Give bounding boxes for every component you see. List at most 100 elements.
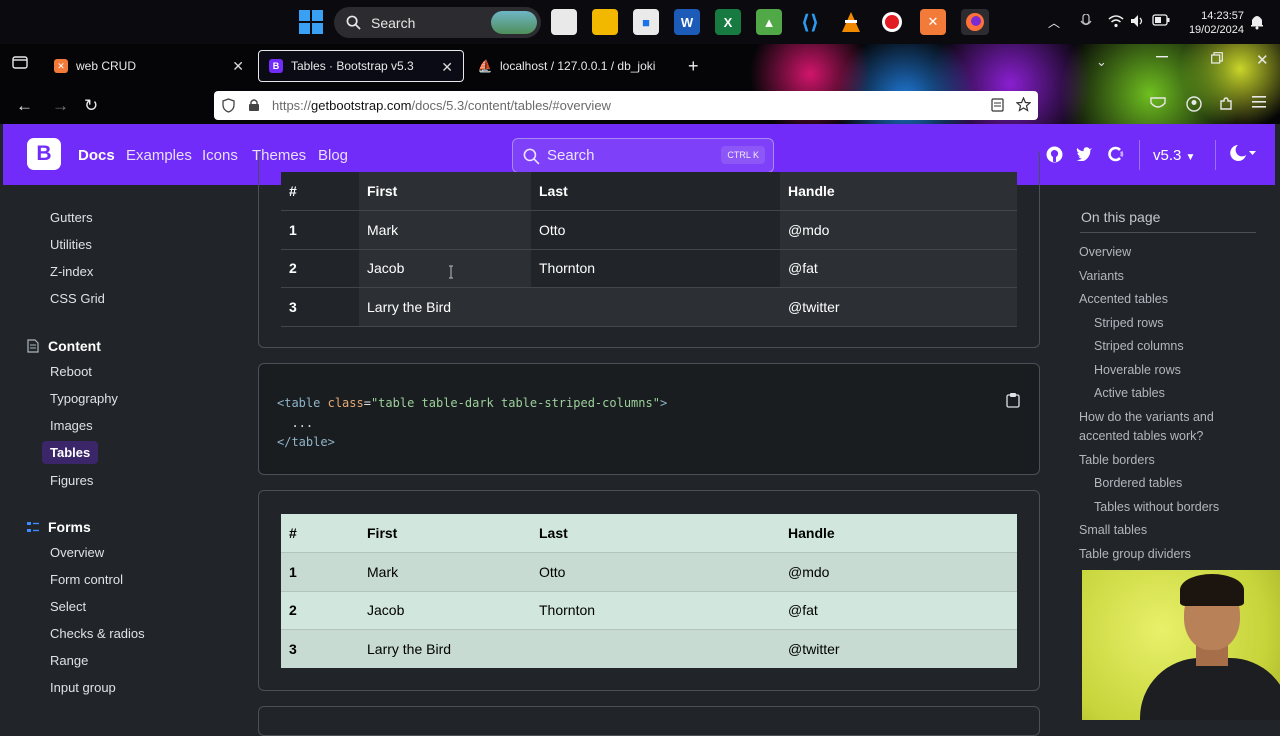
windows-taskbar: Search ■ W X ▲ ⟨⟩ ✕ ︿ 14:23:57 19/02/202… bbox=[0, 0, 1280, 44]
close-window-icon[interactable]: ✕ bbox=[1256, 51, 1269, 69]
code-attr: class bbox=[327, 396, 364, 410]
sidebar-item-select[interactable]: Select bbox=[50, 599, 86, 614]
new-tab-icon[interactable]: + bbox=[688, 56, 699, 77]
sidebar-item-figures[interactable]: Figures bbox=[50, 473, 93, 488]
xampp-icon[interactable]: ✕ bbox=[920, 9, 946, 35]
sidebar-item-gutters[interactable]: Gutters bbox=[50, 210, 93, 225]
list-all-tabs-icon[interactable]: ⌄ bbox=[1096, 54, 1107, 70]
table-cell: @twitter bbox=[780, 287, 1017, 327]
table-row: 3 Larry the Bird @twitter bbox=[281, 287, 1017, 327]
toc-link[interactable]: Bordered tables bbox=[1094, 474, 1259, 494]
sidebar-item-tables[interactable]: Tables bbox=[42, 441, 99, 464]
task-view-icon[interactable] bbox=[551, 9, 577, 35]
reader-view-icon[interactable] bbox=[991, 98, 1004, 112]
table-cell: Jacob bbox=[367, 602, 405, 619]
bootstrap-logo[interactable]: B bbox=[27, 138, 61, 170]
tab-overview-icon[interactable] bbox=[12, 55, 28, 69]
open-collective-icon[interactable] bbox=[1108, 146, 1124, 162]
theme-toggle-moon-icon[interactable] bbox=[1229, 144, 1257, 162]
shield-icon[interactable] bbox=[222, 98, 235, 113]
wifi-icon[interactable] bbox=[1108, 14, 1124, 30]
back-arrow-icon[interactable]: ← bbox=[16, 96, 33, 116]
file-explorer-icon[interactable] bbox=[592, 9, 618, 35]
toc-link[interactable]: Variants bbox=[1079, 267, 1244, 287]
hamburger-menu-icon[interactable] bbox=[1252, 96, 1266, 108]
microphone-icon[interactable] bbox=[1080, 14, 1096, 30]
nav-link-docs[interactable]: Docs bbox=[78, 147, 115, 164]
sidebar-section-forms: Forms bbox=[26, 519, 91, 535]
minimize-icon[interactable] bbox=[1156, 56, 1168, 58]
sidebar-item-css-grid[interactable]: CSS Grid bbox=[50, 291, 105, 306]
sidebar-item-range[interactable]: Range bbox=[50, 653, 88, 668]
pocket-icon[interactable] bbox=[1150, 96, 1166, 111]
toc-link[interactable]: Tables without borders bbox=[1094, 498, 1259, 518]
notification-bell-icon[interactable] bbox=[1250, 14, 1266, 30]
twitter-icon[interactable] bbox=[1076, 146, 1093, 161]
toc-link[interactable]: Table borders bbox=[1079, 451, 1244, 471]
windows-start-icon[interactable] bbox=[299, 10, 323, 34]
tab-web-crud[interactable]: ✕ web CRUD ✕ bbox=[44, 50, 254, 82]
github-icon[interactable] bbox=[1046, 146, 1063, 163]
url-text[interactable]: https://getbootstrap.com/docs/5.3/conten… bbox=[272, 98, 611, 113]
table-row: 3 Larry the Bird @twitter bbox=[281, 629, 1017, 668]
account-icon[interactable] bbox=[1186, 96, 1202, 112]
firefox-icon[interactable] bbox=[961, 9, 989, 35]
version-dropdown[interactable]: v5.3 ▼ bbox=[1153, 147, 1195, 164]
toc-link[interactable]: Accented tables bbox=[1079, 290, 1244, 310]
address-bar[interactable]: https://getbootstrap.com/docs/5.3/conten… bbox=[214, 91, 1038, 120]
reload-icon[interactable]: ↻ bbox=[84, 96, 98, 116]
sidebar-item-images[interactable]: Images bbox=[50, 418, 93, 433]
sidebar-item-reboot[interactable]: Reboot bbox=[50, 364, 92, 379]
android-studio-icon[interactable]: ▲ bbox=[756, 9, 782, 35]
bookmark-star-icon[interactable] bbox=[1016, 97, 1031, 112]
vlc-icon[interactable] bbox=[838, 9, 864, 35]
table-cell: @mdo bbox=[788, 563, 830, 580]
toc-link[interactable]: Small tables bbox=[1079, 521, 1244, 541]
toc-link[interactable]: Active tables bbox=[1094, 384, 1259, 404]
table-header-cell: Last bbox=[539, 525, 568, 541]
code-snippet[interactable]: <table class="table table-dark table-str… bbox=[277, 394, 667, 453]
volume-icon[interactable] bbox=[1130, 14, 1146, 30]
toc-link[interactable]: Table group dividers bbox=[1079, 545, 1244, 565]
sidebar-item-checks-radios[interactable]: Checks & radios bbox=[50, 626, 145, 641]
show-hidden-icons-icon[interactable]: ︿ bbox=[1048, 14, 1064, 30]
nav-link-examples[interactable]: Examples bbox=[126, 147, 192, 164]
restore-icon[interactable] bbox=[1211, 52, 1223, 64]
tab-phpmyadmin[interactable]: ⛵ localhost / 127.0.0.1 / db_joki bbox=[468, 50, 680, 82]
table-cell: Larry the Bird bbox=[359, 287, 780, 327]
excel-icon[interactable]: X bbox=[715, 9, 741, 35]
battery-icon[interactable] bbox=[1152, 14, 1170, 30]
word-icon[interactable]: W bbox=[674, 9, 700, 35]
copy-clipboard-icon[interactable] bbox=[1006, 392, 1020, 408]
vscode-icon[interactable]: ⟨⟩ bbox=[797, 9, 823, 35]
sidebar-item-z-index[interactable]: Z-index bbox=[50, 264, 93, 279]
toc-link[interactable]: Striped columns bbox=[1094, 337, 1259, 357]
lock-icon[interactable] bbox=[248, 98, 260, 112]
tab-bootstrap-tables[interactable]: B Tables · Bootstrap v5.3 ✕ bbox=[258, 50, 464, 82]
toc-link[interactable]: Overview bbox=[1079, 243, 1244, 263]
table-cell: Otto bbox=[531, 210, 780, 250]
forward-arrow-icon[interactable]: → bbox=[52, 96, 69, 116]
bootstrap-icon: B bbox=[269, 59, 283, 73]
tab-label: Tables · Bootstrap v5.3 bbox=[291, 59, 414, 73]
nav-link-icons[interactable]: Icons bbox=[202, 147, 238, 164]
sidebar-item-typography[interactable]: Typography bbox=[50, 391, 118, 406]
taskbar-search-label: Search bbox=[371, 14, 416, 31]
table-header-cell: # bbox=[281, 172, 359, 211]
sidebar-item-form-control[interactable]: Form control bbox=[50, 572, 123, 587]
extensions-icon[interactable] bbox=[1218, 96, 1234, 112]
table-header-cell: # bbox=[289, 525, 297, 541]
system-clock[interactable]: 14:23:57 19/02/2024 bbox=[1180, 9, 1244, 37]
table-row: 1 Mark Otto @mdo bbox=[281, 552, 1017, 591]
sidebar-item-overview[interactable]: Overview bbox=[50, 545, 104, 560]
close-icon[interactable]: ✕ bbox=[232, 58, 244, 75]
toc-link[interactable]: Hoverable rows bbox=[1094, 361, 1259, 381]
close-icon[interactable]: ✕ bbox=[441, 59, 453, 76]
toc-link[interactable]: Striped rows bbox=[1094, 314, 1259, 334]
screen-recorder-icon[interactable] bbox=[879, 9, 905, 35]
toc-link[interactable]: How do the variants and accented tables … bbox=[1079, 408, 1244, 447]
sidebar-item-utilities[interactable]: Utilities bbox=[50, 237, 92, 252]
taskbar-search-box[interactable]: Search bbox=[334, 7, 541, 38]
sidebar-item-input-group[interactable]: Input group bbox=[50, 680, 116, 695]
microsoft-store-icon[interactable]: ■ bbox=[633, 9, 659, 35]
